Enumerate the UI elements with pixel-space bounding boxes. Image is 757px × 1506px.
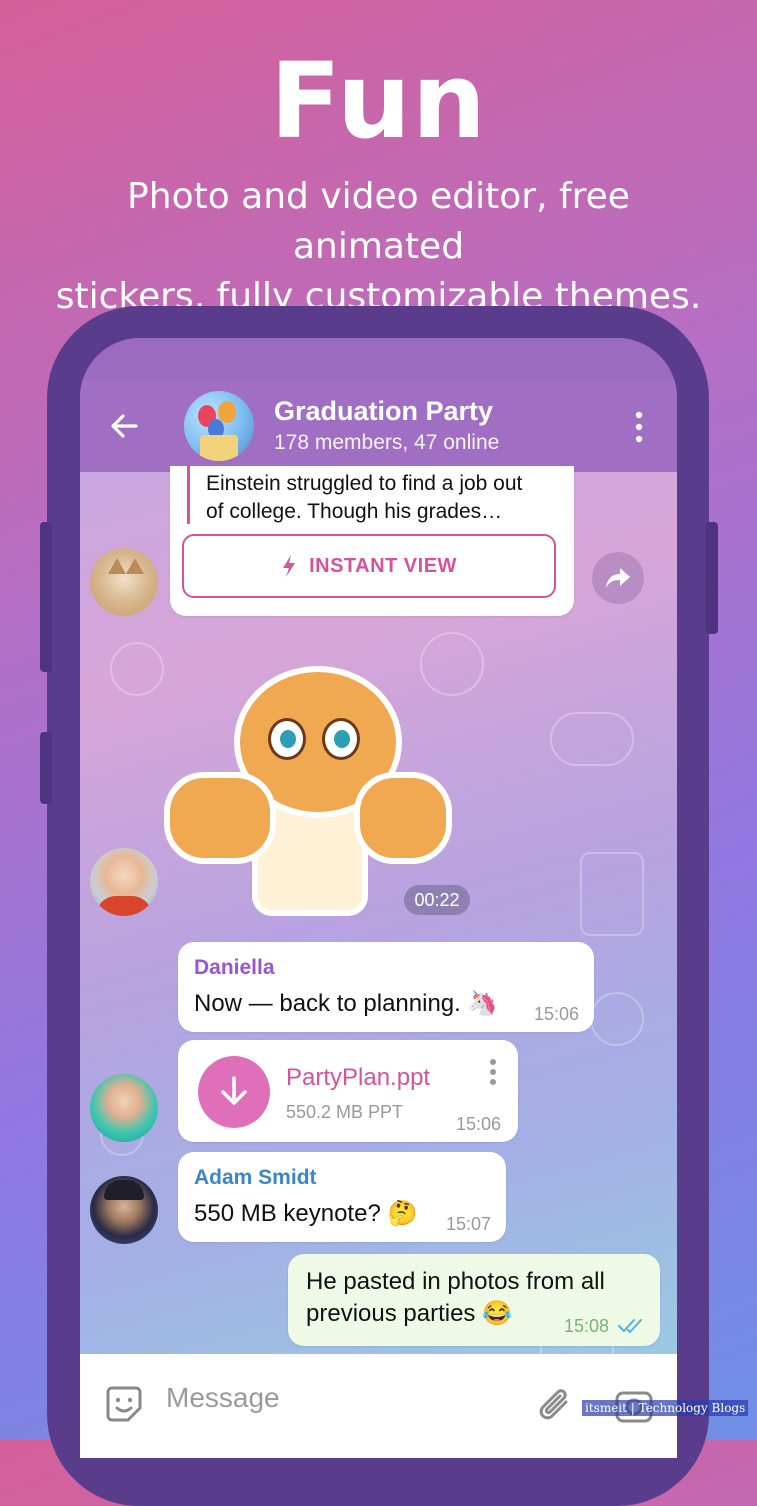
doodle-decoration [110, 642, 164, 696]
watermark: itsmeit | Technology Blogs [582, 1400, 749, 1416]
double-check-icon [618, 1319, 642, 1333]
more-vertical-icon[interactable] [488, 1058, 498, 1086]
file-meta: 550.2 MB PPT [286, 1102, 404, 1122]
preview-accent-bar [187, 466, 190, 524]
outgoing-message-bubble[interactable]: He pasted in photos from all previous pa… [288, 1254, 660, 1346]
chat-title-block[interactable]: Graduation Party 178 members, 47 online [274, 394, 499, 458]
hero-title: Fun [270, 40, 487, 162]
cat-ear [108, 558, 126, 574]
file-name: PartyPlan.ppt [286, 1064, 431, 1091]
sticker-paw [354, 772, 452, 864]
avatar-hat [104, 1180, 144, 1200]
message-time: 15:08 [564, 1316, 610, 1336]
avatar-blonde-woman[interactable] [90, 848, 158, 916]
avatar-woman-green[interactable] [90, 1074, 158, 1142]
hero-subtitle-line1: Photo and video editor, free animated [127, 176, 630, 267]
doodle-decoration [590, 992, 644, 1046]
sender-name: Adam Smidt [194, 1166, 317, 1189]
message-bubble-daniella[interactable]: Daniella Now — back to planning. 🦄 15:06 [178, 942, 594, 1032]
chat-title: Graduation Party [274, 396, 494, 426]
phone-side-button [40, 732, 52, 804]
message-line2: previous parties 😂 [306, 1300, 512, 1327]
chat-subtitle: 178 members, 47 online [274, 431, 500, 454]
download-button[interactable] [198, 1056, 270, 1128]
message-time: 15:06 [456, 1114, 502, 1134]
avatar-man-beanie[interactable] [90, 1176, 158, 1244]
message-bubble-adam[interactable]: Adam Smidt 550 MB keynote? 🤔 15:07 [178, 1152, 506, 1242]
chat-header: Graduation Party 178 members, 47 online [80, 380, 677, 472]
message-text: 550 MB keynote? 🤔 [194, 1200, 418, 1227]
phone-power-button [706, 522, 718, 634]
back-button[interactable] [80, 380, 168, 472]
message-text: Now — back to planning. 🦄 [194, 990, 498, 1017]
status-bar [80, 338, 677, 380]
link-preview-bubble[interactable]: Einstein struggled to find a job out of … [170, 466, 574, 616]
message-input[interactable]: Message [166, 1382, 280, 1414]
group-avatar[interactable] [184, 391, 254, 461]
message-line1: He pasted in photos from all [306, 1268, 605, 1295]
share-button[interactable] [592, 552, 644, 604]
more-vertical-icon[interactable] [629, 410, 649, 444]
preview-line2: of college. Though his grades… [206, 500, 503, 523]
attach-icon[interactable] [538, 1386, 574, 1426]
instant-view-button[interactable]: INSTANT VIEW [182, 534, 556, 598]
doodle-decoration [550, 712, 634, 766]
sticker-paw [164, 772, 276, 864]
avatar-shirt [96, 896, 152, 916]
sender-name: Daniella [194, 956, 275, 979]
share-arrow-icon [606, 568, 630, 588]
sticker-pupil [334, 730, 350, 748]
sticker-pupil [280, 730, 296, 748]
phone-side-button [40, 522, 52, 672]
hero-subtitle: Photo and video editor, free animated st… [40, 172, 717, 322]
balloon-decoration [218, 401, 236, 423]
cat-ear [126, 558, 144, 574]
figures-decoration [200, 435, 238, 461]
arrow-left-icon [111, 414, 138, 438]
download-arrow-icon [221, 1076, 247, 1105]
instant-view-label: INSTANT VIEW [309, 554, 457, 577]
sticker-smile-icon[interactable] [104, 1384, 144, 1424]
doodle-decoration [580, 852, 644, 936]
message-time: 15:06 [534, 1004, 580, 1024]
message-text: He pasted in photos from all previous pa… [306, 1266, 605, 1330]
lightning-icon [283, 555, 296, 577]
avatar-cat[interactable] [90, 548, 158, 616]
file-message-bubble[interactable]: PartyPlan.ppt 550.2 MB PPT 15:06 [178, 1040, 518, 1142]
preview-line1: Einstein struggled to find a job out [206, 472, 523, 495]
sticker-leopard[interactable] [164, 660, 452, 916]
phone-screen: Graduation Party 178 members, 47 online … [80, 338, 677, 1458]
message-time: 15:07 [446, 1214, 492, 1234]
preview-text: Einstein struggled to find a job out of … [206, 470, 522, 526]
sticker-duration-badge: 00:22 [404, 885, 470, 915]
